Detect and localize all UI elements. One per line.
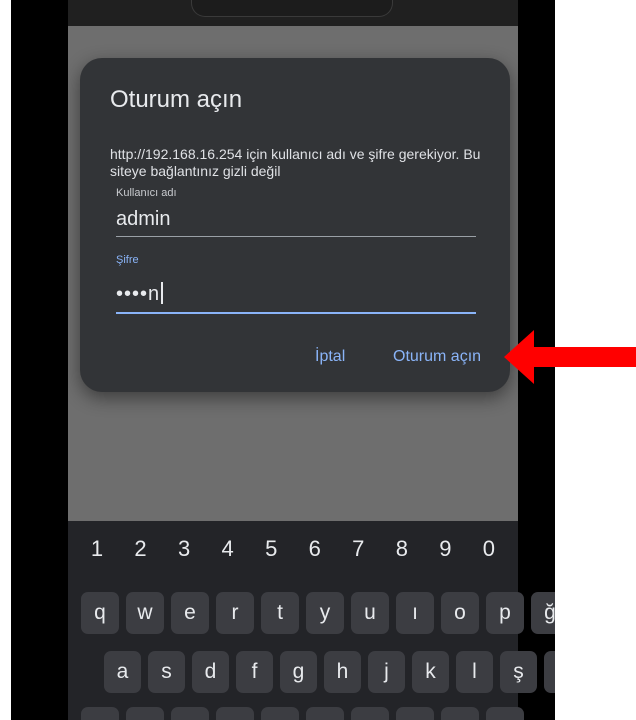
key-e[interactable]: e [171, 592, 209, 634]
key-3[interactable]: 3 [169, 534, 199, 564]
keyboard-row-2: a s d f g h j k l ş i [104, 651, 555, 693]
key-8[interactable]: 8 [387, 534, 417, 564]
password-field[interactable]: Şifre ••••n [116, 254, 476, 314]
keyboard-key[interactable] [486, 707, 524, 720]
username-label: Kullanıcı adı [116, 187, 177, 199]
keyboard-row-3 [81, 707, 524, 720]
key-5[interactable]: 5 [256, 534, 286, 564]
key-g[interactable]: g [280, 651, 317, 693]
keyboard-key[interactable] [441, 707, 479, 720]
key-p[interactable]: p [486, 592, 524, 634]
key-r[interactable]: r [216, 592, 254, 634]
key-dotless-i[interactable]: ı [396, 592, 434, 634]
key-s-cedilla[interactable]: ş [500, 651, 537, 693]
key-s[interactable]: s [148, 651, 185, 693]
text-caret [161, 282, 164, 304]
key-k[interactable]: k [412, 651, 449, 693]
dialog-title: Oturum açın [110, 86, 243, 113]
number-row: 1 2 3 4 5 6 7 8 9 0 [68, 534, 518, 564]
key-j[interactable]: j [368, 651, 405, 693]
key-l[interactable]: l [456, 651, 493, 693]
key-0[interactable]: 0 [474, 534, 504, 564]
key-f[interactable]: f [236, 651, 273, 693]
key-1[interactable]: 1 [82, 534, 112, 564]
keyboard-key[interactable] [216, 707, 254, 720]
keyboard-key[interactable] [261, 707, 299, 720]
key-y[interactable]: y [306, 592, 344, 634]
keyboard-row-1: q w e r t y u ı o p ğ ü [81, 592, 555, 634]
key-q[interactable]: q [81, 592, 119, 634]
key-7[interactable]: 7 [343, 534, 373, 564]
sign-in-button[interactable]: Oturum açın [393, 348, 481, 366]
keyboard-key[interactable] [351, 707, 389, 720]
key-o[interactable]: o [441, 592, 479, 634]
keyboard-key[interactable] [306, 707, 344, 720]
key-g-breve[interactable]: ğ [531, 592, 555, 634]
keyboard-key[interactable] [126, 707, 164, 720]
username-field[interactable]: Kullanıcı adı [116, 187, 476, 237]
key-d[interactable]: d [192, 651, 229, 693]
keyboard-key[interactable] [171, 707, 209, 720]
red-arrow-icon [504, 330, 636, 384]
key-9[interactable]: 9 [430, 534, 460, 564]
key-i[interactable]: i [544, 651, 555, 693]
password-input[interactable]: ••••n [116, 282, 476, 306]
password-value: ••••n [116, 283, 161, 305]
keyboard-key[interactable] [81, 707, 119, 720]
key-w[interactable]: w [126, 592, 164, 634]
password-label: Şifre [116, 254, 139, 266]
status-area [68, 0, 518, 26]
cancel-button[interactable]: İptal [315, 348, 345, 366]
key-6[interactable]: 6 [300, 534, 330, 564]
key-2[interactable]: 2 [126, 534, 156, 564]
on-screen-keyboard: 1 2 3 4 5 6 7 8 9 0 q w e r t y u ı o p … [68, 521, 555, 720]
keyboard-key[interactable] [396, 707, 434, 720]
key-u[interactable]: u [351, 592, 389, 634]
key-t[interactable]: t [261, 592, 299, 634]
username-input[interactable] [116, 208, 476, 231]
password-underline [116, 312, 476, 314]
phone-frame: Oturum açın http://192.168.16.254 için k… [11, 0, 555, 720]
sign-in-dialog: Oturum açın http://192.168.16.254 için k… [80, 58, 510, 392]
username-underline [116, 236, 476, 237]
key-4[interactable]: 4 [213, 534, 243, 564]
notch-pill [191, 0, 393, 17]
dialog-message: http://192.168.16.254 için kullanıcı adı… [110, 146, 481, 179]
key-h[interactable]: h [324, 651, 361, 693]
key-a[interactable]: a [104, 651, 141, 693]
